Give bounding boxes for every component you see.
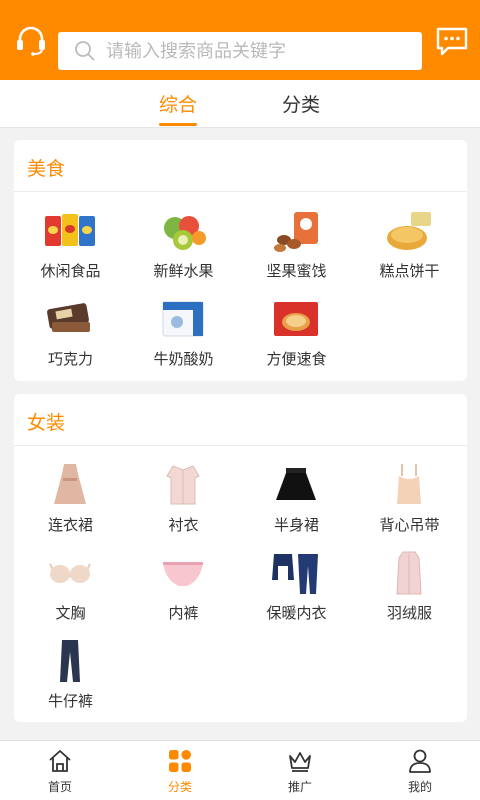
category-label: 方便速食 xyxy=(266,350,327,368)
skirt-icon xyxy=(276,468,316,500)
nav-label: 首页 xyxy=(47,780,72,794)
section-title: 女装 xyxy=(14,394,467,446)
category-item[interactable]: 方便速食 xyxy=(240,290,353,378)
category-item[interactable]: 牛仔裤 xyxy=(14,632,127,720)
category-label: 新鲜水果 xyxy=(153,262,214,280)
category-label: 休闲食品 xyxy=(40,262,101,280)
category-label: 文胸 xyxy=(55,604,86,622)
bottom-nav: 首页 分类 推广 我的 xyxy=(0,740,480,800)
snacks-icon xyxy=(45,214,95,246)
jeans-icon xyxy=(60,640,80,682)
category-item[interactable]: 文胸 xyxy=(14,544,127,632)
shirt-icon xyxy=(166,465,200,505)
category-label: 保暖内衣 xyxy=(266,604,327,622)
nav-home[interactable]: 首页 xyxy=(0,741,120,800)
category-item[interactable]: 内裤 xyxy=(127,544,240,632)
section-womens-clothing: 女装 连衣裙 衬衣 半身裙 背心吊带 文胸 内裤 保暖内衣 羽绒服 牛仔裤 xyxy=(14,394,467,722)
category-label: 半身裙 xyxy=(273,516,319,534)
category-item[interactable]: 羽绒服 xyxy=(353,544,466,632)
category-label: 背心吊带 xyxy=(379,516,440,534)
message-icon[interactable] xyxy=(435,26,469,56)
tab-comprehensive[interactable]: 综合 xyxy=(159,90,198,126)
category-item[interactable]: 巧克力 xyxy=(14,290,127,378)
nav-label: 推广 xyxy=(287,780,312,794)
nav-category[interactable]: 分类 xyxy=(120,741,240,800)
tab-label: 综合 xyxy=(159,94,198,116)
category-item[interactable]: 半身裙 xyxy=(240,456,353,544)
top-bar xyxy=(0,0,480,80)
category-label: 巧克力 xyxy=(47,350,93,368)
section-food: 美食 休闲食品 新鲜水果 坚果蜜饯 糕点饼干 巧克力 牛奶酸奶 方便速食 xyxy=(14,140,467,381)
home-icon xyxy=(49,750,71,772)
category-item[interactable]: 连衣裙 xyxy=(14,456,127,544)
category-item[interactable]: 牛奶酸奶 xyxy=(127,290,240,378)
chocolate-icon xyxy=(47,303,90,332)
thermal-wear-icon xyxy=(272,554,318,594)
category-item[interactable]: 休闲食品 xyxy=(14,202,127,290)
category-item[interactable]: 背心吊带 xyxy=(353,456,466,544)
nav-label: 我的 xyxy=(407,780,432,794)
tab-underline xyxy=(159,123,198,126)
category-item[interactable]: 保暖内衣 xyxy=(240,544,353,632)
bra-icon xyxy=(49,563,91,583)
dress-icon xyxy=(54,464,86,504)
nav-promote[interactable]: 推广 xyxy=(240,741,360,800)
down-jacket-icon xyxy=(396,551,422,595)
crown-icon xyxy=(289,752,311,772)
category-label: 衬衣 xyxy=(168,516,199,534)
category-label: 连衣裙 xyxy=(47,516,93,534)
search-icon xyxy=(75,41,95,61)
underwear-icon xyxy=(163,562,203,586)
category-label: 坚果蜜饯 xyxy=(266,262,327,280)
milk-icon xyxy=(162,301,204,337)
camisole-icon xyxy=(397,464,421,504)
category-label: 内裤 xyxy=(168,604,199,622)
tab-category[interactable]: 分类 xyxy=(282,90,320,120)
category-icon xyxy=(169,750,191,772)
category-item[interactable]: 坚果蜜饯 xyxy=(240,202,353,290)
noodles-icon xyxy=(274,302,318,336)
fruit-icon xyxy=(164,216,206,250)
tab-bar: 综合 分类 xyxy=(0,80,480,128)
category-label: 糕点饼干 xyxy=(379,262,440,280)
tab-label: 分类 xyxy=(282,94,321,116)
category-label: 牛奶酸奶 xyxy=(153,350,214,368)
nav-label: 分类 xyxy=(167,780,192,794)
category-label: 牛仔裤 xyxy=(47,692,93,710)
search-input[interactable] xyxy=(106,40,406,62)
category-item[interactable]: 新鲜水果 xyxy=(127,202,240,290)
headset-icon[interactable] xyxy=(14,26,48,56)
section-title: 美食 xyxy=(14,140,467,192)
category-label: 羽绒服 xyxy=(386,604,432,622)
category-item[interactable]: 衬衣 xyxy=(127,456,240,544)
user-icon xyxy=(409,749,431,773)
category-item[interactable]: 糕点饼干 xyxy=(353,202,466,290)
pastry-icon xyxy=(387,212,431,250)
nav-mine[interactable]: 我的 xyxy=(360,741,480,800)
search-bar[interactable] xyxy=(58,32,422,70)
nuts-icon xyxy=(274,212,318,252)
